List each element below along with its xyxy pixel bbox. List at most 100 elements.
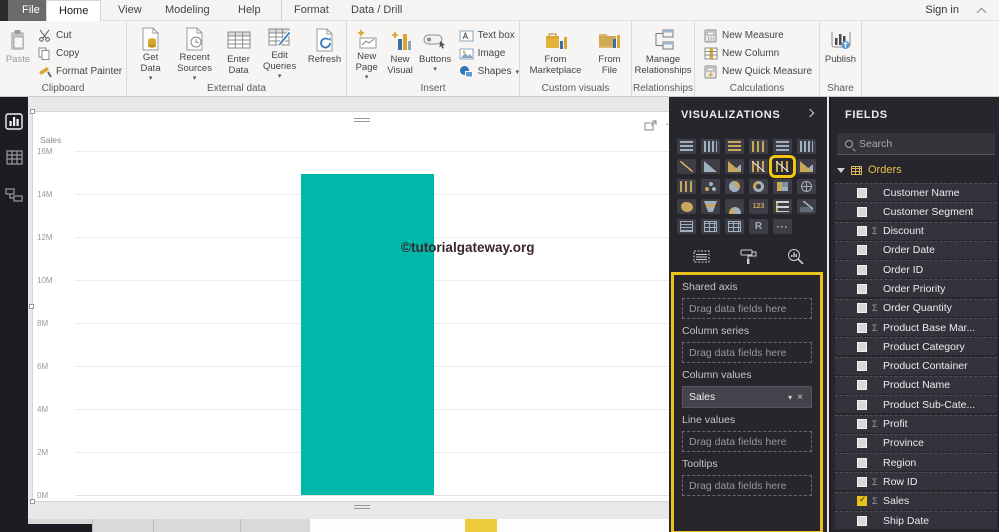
field-checkbox[interactable] xyxy=(857,187,867,198)
visual-drag-handle[interactable] xyxy=(354,118,370,122)
field-checkbox[interactable] xyxy=(857,438,867,449)
column-values-field-sales[interactable]: Sales ▾ × xyxy=(682,386,812,408)
visual-type-multi-row-card[interactable] xyxy=(773,199,792,214)
field-row-order-quantity[interactable]: Σ Order Quantity xyxy=(835,298,997,317)
visual-type-slicer[interactable] xyxy=(677,219,696,234)
new-page-button[interactable]: New Page xyxy=(351,24,382,80)
field-checkbox[interactable] xyxy=(857,476,867,487)
visual-type-stacked-bar-chart[interactable] xyxy=(677,139,696,154)
field-row-product-container[interactable]: Product Container xyxy=(835,356,997,375)
new-visual-button[interactable]: New Visual xyxy=(384,24,415,80)
field-row-discount[interactable]: Σ Discount xyxy=(835,221,997,240)
visual-type-waterfall-chart[interactable] xyxy=(677,179,696,194)
field-checkbox[interactable] xyxy=(857,283,867,294)
visual-type-ribbon-chart[interactable] xyxy=(797,159,816,174)
field-row-order-priority[interactable]: Order Priority xyxy=(835,279,997,298)
paste-button[interactable]: Paste xyxy=(3,24,33,80)
visual-type-card[interactable]: 123 xyxy=(749,199,768,214)
collapse-ribbon-icon[interactable] xyxy=(976,7,987,18)
field-row-sales[interactable]: ΣSales xyxy=(835,491,997,510)
field-checkbox[interactable] xyxy=(857,457,867,468)
image-button[interactable]: Image xyxy=(459,46,519,61)
text-box-button[interactable]: Text box xyxy=(459,28,519,43)
model-view-button[interactable] xyxy=(4,185,24,205)
field-checkbox[interactable] xyxy=(857,419,867,430)
field-checkbox[interactable] xyxy=(857,264,867,275)
new-measure-button[interactable]: New Measure xyxy=(703,28,812,43)
format-painter-button[interactable]: Format Painter xyxy=(37,64,122,79)
tab-format[interactable]: Format xyxy=(281,0,341,21)
sales-column-bar[interactable] xyxy=(301,174,434,495)
visual-type-donut-chart[interactable] xyxy=(749,179,768,194)
report-canvas[interactable]: ··· Sales 16M 14M 12M 10M 8M 6M 4M 2M xyxy=(28,97,697,532)
visual-type-100-stacked-bar-chart[interactable] xyxy=(773,139,792,154)
buttons-button[interactable]: Buttons xyxy=(418,24,453,80)
field-row-ship-date[interactable]: Ship Date xyxy=(835,511,997,530)
tab-format[interactable] xyxy=(740,249,757,264)
field-checkbox[interactable] xyxy=(857,226,867,237)
fields-search-input[interactable]: Search xyxy=(837,133,995,155)
collapse-pane-chevron-icon[interactable] xyxy=(805,108,815,118)
visual-type-clustered-bar-chart[interactable] xyxy=(725,139,744,154)
shared-axis-dropzone[interactable]: Drag data fields here xyxy=(682,298,812,319)
tab-modeling[interactable]: Modeling xyxy=(153,0,222,21)
tooltips-dropzone[interactable]: Drag data fields here xyxy=(682,475,812,496)
manage-relationships-button[interactable]: Manage Relationships xyxy=(633,24,693,80)
canvas-bottom-scrollbar[interactable] xyxy=(28,519,697,532)
field-checkbox[interactable] xyxy=(857,245,867,256)
field-checkbox[interactable] xyxy=(857,515,867,526)
field-checkbox[interactable] xyxy=(857,206,867,217)
data-view-button[interactable] xyxy=(4,147,24,167)
from-file-button[interactable]: From File xyxy=(592,24,628,80)
field-row-order-date[interactable]: Order Date xyxy=(835,240,997,259)
field-row-profit[interactable]: Σ Profit xyxy=(835,414,997,433)
field-row-order-id[interactable]: Order ID xyxy=(835,260,997,279)
field-row-province[interactable]: Province xyxy=(835,433,997,452)
field-row-product-sub-category[interactable]: Product Sub-Cate... xyxy=(835,395,997,414)
visual-type-line-and-clustered-column-chart[interactable] xyxy=(769,155,796,178)
field-row-product-name[interactable]: Product Name xyxy=(835,375,997,394)
field-row-customer-name[interactable]: Customer Name xyxy=(835,183,997,201)
field-checkbox[interactable] xyxy=(857,322,867,333)
shapes-button[interactable]: Shapes xyxy=(459,64,519,79)
visual-type-gauge[interactable] xyxy=(725,199,744,214)
visual-type-line-and-stacked-column-chart[interactable] xyxy=(749,159,768,174)
field-row-region[interactable]: Region xyxy=(835,453,997,472)
visual-type-matrix[interactable] xyxy=(725,219,744,234)
visual-type-stacked-column-chart[interactable] xyxy=(701,139,720,154)
tab-view[interactable]: View xyxy=(106,0,154,21)
visual-type-table[interactable] xyxy=(701,219,720,234)
copy-button[interactable]: Copy xyxy=(37,46,122,61)
visual-type-map[interactable] xyxy=(797,179,816,194)
table-node-orders[interactable]: Orders xyxy=(837,161,902,179)
recent-sources-button[interactable]: Recent Sources xyxy=(170,24,219,80)
field-checkbox[interactable] xyxy=(857,380,867,391)
visual-type-stacked-area-chart[interactable] xyxy=(725,159,744,174)
field-row-row-id[interactable]: Σ Row ID xyxy=(835,472,997,491)
tab-help[interactable]: Help xyxy=(226,0,273,21)
visual-type-pie-chart[interactable] xyxy=(725,179,744,194)
visual-type-line-chart[interactable] xyxy=(677,159,696,174)
visual-drag-handle[interactable] xyxy=(354,505,370,509)
edit-queries-button[interactable]: Edit Queries xyxy=(258,24,301,80)
resize-handle[interactable] xyxy=(30,499,35,504)
field-dropdown-caret-icon[interactable]: ▾ xyxy=(785,393,795,402)
get-data-button[interactable]: Get Data xyxy=(133,24,168,80)
visual-type-100-stacked-column-chart[interactable] xyxy=(797,139,816,154)
from-marketplace-button[interactable]: From Marketplace xyxy=(524,24,588,80)
tab-analytics[interactable] xyxy=(787,248,804,264)
resize-handle[interactable] xyxy=(30,109,35,114)
report-view-button[interactable] xyxy=(4,111,24,131)
field-checkbox[interactable] xyxy=(857,361,867,372)
combo-chart-visual[interactable]: ··· Sales 16M 14M 12M 10M 8M 6M 4M 2M xyxy=(29,109,695,509)
field-row-customer-segment[interactable]: Customer Segment xyxy=(835,202,997,221)
refresh-button[interactable]: Refresh xyxy=(303,24,346,80)
field-checkbox[interactable] xyxy=(857,399,867,410)
resize-handle[interactable] xyxy=(29,304,34,309)
expand-collapse-icon[interactable] xyxy=(837,167,845,173)
visual-type-scatter-chart[interactable] xyxy=(701,179,720,194)
more-visuals-button[interactable]: ··· xyxy=(773,219,792,234)
focus-mode-icon[interactable] xyxy=(644,120,657,131)
visual-type-clustered-column-chart[interactable] xyxy=(749,139,768,154)
tab-fields-wells[interactable] xyxy=(693,250,710,263)
